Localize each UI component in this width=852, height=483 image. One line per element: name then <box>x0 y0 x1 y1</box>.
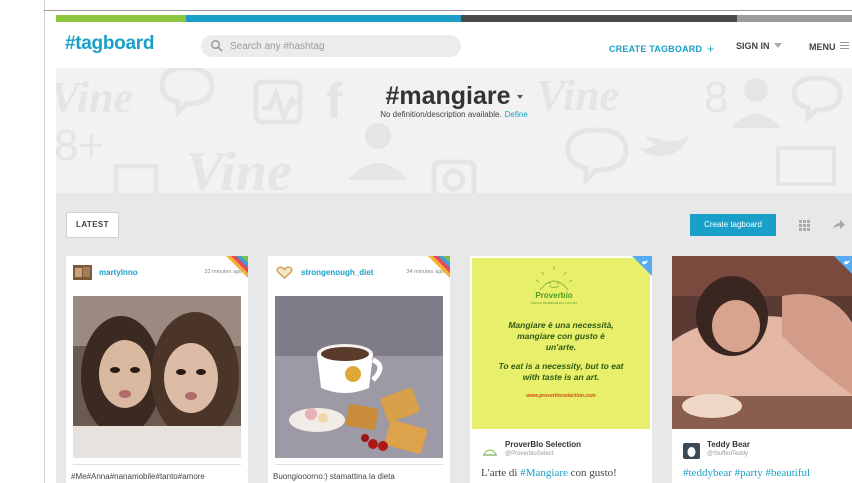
post-username[interactable]: strongenough_diet <box>301 268 373 277</box>
post-photo[interactable] <box>275 296 443 458</box>
menu-label: MENU <box>809 42 836 52</box>
sign-in-label: SIGN IN <box>736 41 770 51</box>
tweet-author-handle[interactable]: @ProverbioSelect <box>505 451 553 457</box>
post-card-twitter-2[interactable]: Teddy Bear @StuffedTeddy #teddybear #par… <box>672 256 852 483</box>
proverbio-avatar[interactable] <box>481 444 499 458</box>
description-text: No definition/description available. <box>380 110 502 119</box>
caret-down-icon <box>516 95 523 99</box>
divider <box>73 464 241 465</box>
window-top-border <box>44 10 852 11</box>
post-photo[interactable] <box>73 296 241 458</box>
post-photo[interactable]: Proverbio FRASI DI TRADIZIONE E DI CULTU… <box>470 256 652 429</box>
post-caption: #Me#Anna#nanamobile#tanto#amore <box>71 472 205 481</box>
post-header: martylnno 33 minutes ago <box>73 265 242 281</box>
twitter-badge-icon <box>834 256 852 274</box>
tweet-hashtag[interactable]: #Mangiare <box>520 467 568 479</box>
create-tagboard-button[interactable]: Create tagboard <box>690 214 776 236</box>
posts-area: LATEST Create tagboard martylnno 33 minu… <box>56 193 852 483</box>
post-time: 33 minutes ago <box>204 269 242 275</box>
sign-in-dropdown[interactable]: SIGN IN <box>736 41 782 51</box>
hashtag-description: No definition/description available. Defi… <box>56 110 852 119</box>
define-link[interactable]: Define <box>505 110 528 119</box>
create-tagboard-label: CREATE TAGBOARD <box>609 44 703 54</box>
quote-italian: Mangiare è una necessità, mangiare con g… <box>508 320 614 352</box>
post-header: strongenough_diet 34 minutes ago <box>275 265 444 281</box>
tweet-author-name[interactable]: Teddy Bear <box>707 440 750 449</box>
window-left-border <box>44 0 45 483</box>
post-card-instagram-1[interactable]: martylnno 33 minutes ago #Me#Anna#nanamo… <box>66 256 248 483</box>
post-time: 34 minutes ago <box>406 269 444 275</box>
hashtag-text: #mangiare <box>385 82 511 110</box>
avatar[interactable] <box>73 265 92 280</box>
divider <box>275 464 443 465</box>
twitter-badge-icon <box>632 256 652 276</box>
menu-button[interactable]: MENU <box>809 41 849 52</box>
quote-english: To eat is a necessity, but to eat with t… <box>498 361 624 382</box>
grid-view-icon[interactable] <box>799 220 810 231</box>
post-caption: Buongiooorno:) stamattina la dieta <box>273 472 395 481</box>
latest-filter-button[interactable]: LATEST <box>66 212 119 238</box>
brand-color-bar <box>56 15 852 22</box>
teddy-bear-avatar[interactable] <box>683 443 700 459</box>
vine-watermark-2: Vine <box>186 141 292 193</box>
search-input[interactable]: Search any #hashtag <box>201 35 461 57</box>
caret-down-icon <box>773 43 782 48</box>
tweet-author-handle[interactable]: @StuffedTeddy <box>707 451 748 457</box>
heart-avatar-icon[interactable] <box>275 265 294 280</box>
search-placeholder: Search any #hashtag <box>230 40 325 52</box>
proverbio-logo: Proverbio <box>535 291 572 300</box>
tagboard-logo[interactable]: #tagboard <box>65 33 154 55</box>
tweet-text-before: L'arte di <box>481 467 521 479</box>
post-photo[interactable] <box>672 256 852 429</box>
svg-text:8+: 8+ <box>56 121 104 170</box>
tweet-text-after: con gusto! <box>567 467 617 479</box>
hashtag-hero: Vine Vine Vine 8+ 8 f #mangiare No defin… <box>56 68 852 193</box>
hashtag-title[interactable]: #mangiare <box>56 82 852 111</box>
post-card-instagram-2[interactable]: strongenough_diet 34 minutes ago Buongio… <box>268 256 450 483</box>
quote-website: www.proverbioselection.com <box>526 393 596 399</box>
top-header: #tagboard Search any #hashtag CREATE TAG… <box>56 22 852 68</box>
tweet-author-name[interactable]: ProverBlo Selection <box>505 440 581 449</box>
plus-icon: + <box>707 42 715 56</box>
hamburger-icon <box>839 42 849 51</box>
share-arrow-icon[interactable] <box>833 220 845 230</box>
post-card-twitter-1[interactable]: Proverbio FRASI DI TRADIZIONE E DI CULTU… <box>470 256 652 483</box>
tweet-hashtags[interactable]: #teddybear #party #beautiful <box>683 467 810 479</box>
search-icon <box>210 39 223 52</box>
post-username[interactable]: martylnno <box>99 268 138 277</box>
proverbio-tagline: FRASI DI TRADIZIONE E DI CULTURA <box>531 301 577 305</box>
create-tagboard-link[interactable]: CREATE TAGBOARD + <box>609 41 715 56</box>
tweet-text: L'arte di #Mangiare con gusto! <box>481 467 617 479</box>
